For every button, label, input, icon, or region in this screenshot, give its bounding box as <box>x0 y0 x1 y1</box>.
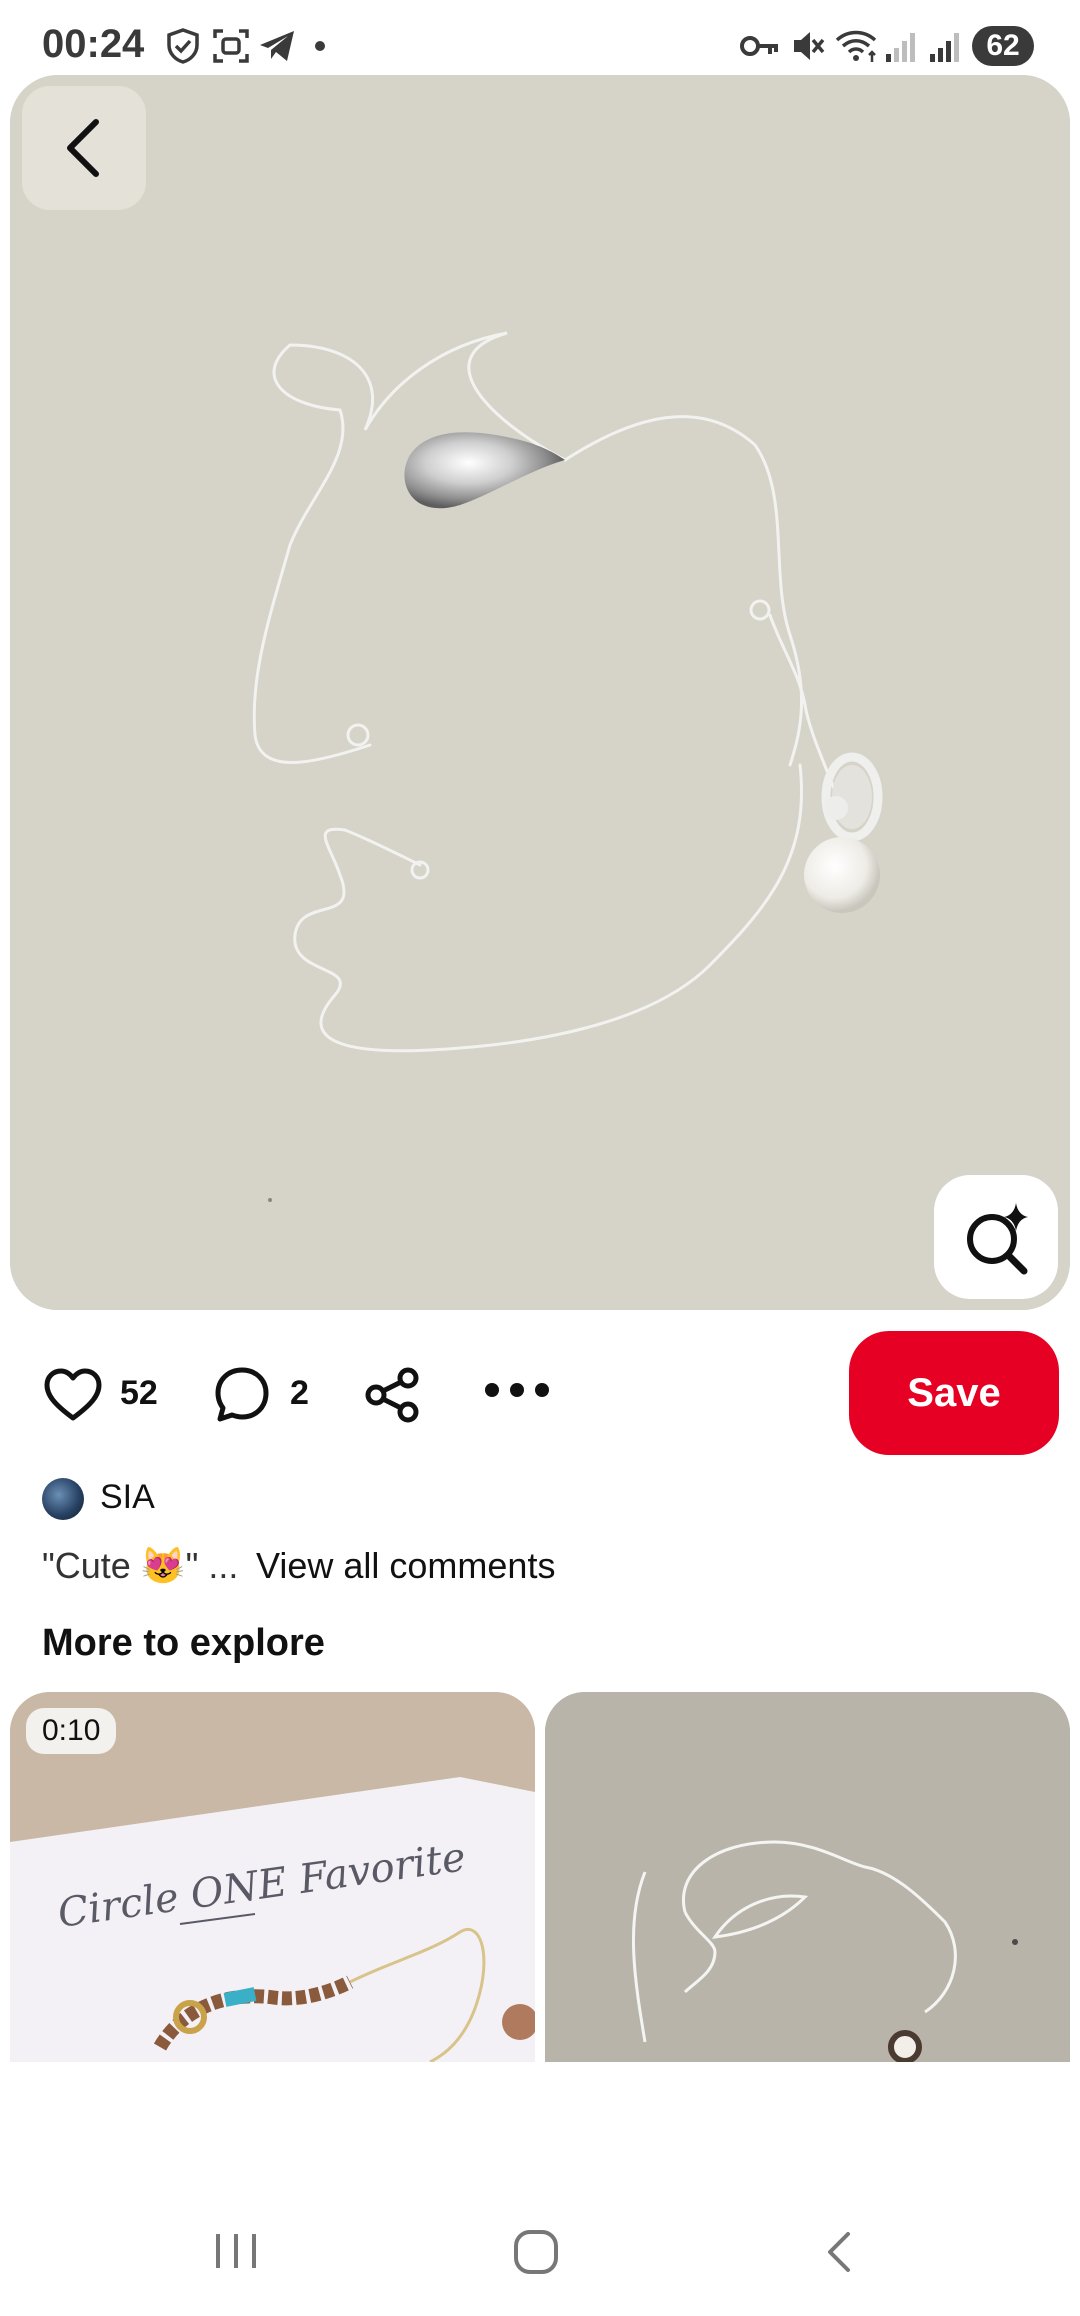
video-duration-badge: 0:10 <box>26 1708 117 1754</box>
screenshot-icon <box>213 29 249 63</box>
creator-avatar[interactable] <box>42 1478 84 1520</box>
back-icon <box>67 119 99 177</box>
notification-dot-icon <box>315 41 325 51</box>
comment-icon[interactable] <box>214 1366 270 1424</box>
visual-search-button[interactable] <box>934 1175 1058 1299</box>
signal-icon <box>930 33 959 62</box>
shield-icon <box>167 28 199 64</box>
view-all-comments-link[interactable]: View all comments <box>256 1545 555 1587</box>
share-icon[interactable] <box>364 1366 420 1424</box>
battery-indicator: 62 <box>972 26 1034 66</box>
status-time: 00:24 <box>42 22 145 66</box>
more-icon[interactable] <box>484 1380 550 1400</box>
related-pin-2[interactable] <box>545 1692 1070 2062</box>
recents-icon[interactable] <box>212 2230 260 2272</box>
creator-name[interactable]: SIA <box>100 1478 155 1517</box>
save-button[interactable]: Save <box>849 1331 1059 1455</box>
visual-search-icon <box>967 1203 1028 1275</box>
line-art-photo <box>545 1692 1070 2062</box>
comment-preview[interactable]: "Cute 😻" ... <box>42 1545 238 1587</box>
comment-count: 2 <box>290 1374 309 1412</box>
back-button[interactable] <box>22 86 146 210</box>
nav-back-icon[interactable] <box>820 2230 860 2274</box>
home-icon[interactable] <box>512 2228 560 2276</box>
wifi-icon <box>835 30 877 62</box>
necklace-photo <box>10 75 1070 1310</box>
pin-image[interactable] <box>10 75 1070 1310</box>
more-to-explore-heading: More to explore <box>42 1622 325 1664</box>
signal-weak-icon <box>886 33 915 62</box>
like-count: 52 <box>120 1374 158 1412</box>
key-icon <box>740 36 778 56</box>
heart-icon[interactable] <box>44 1368 102 1422</box>
mute-icon <box>794 32 825 60</box>
telegram-icon <box>260 31 294 61</box>
